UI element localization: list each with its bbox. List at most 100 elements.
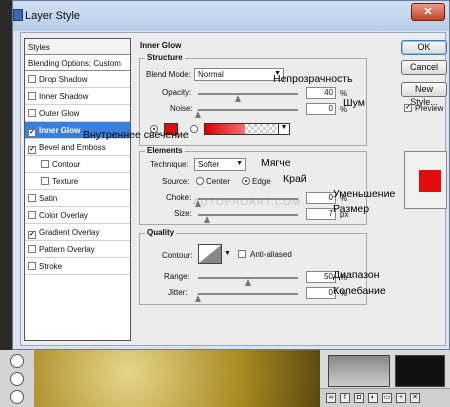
style-item-label: Stroke (39, 262, 63, 271)
style-item-label: Color Overlay (39, 211, 88, 220)
elements-title: Elements (145, 146, 185, 155)
gradient-picker[interactable]: ▼ (204, 123, 290, 135)
dialog-title: Layer Style (25, 10, 81, 22)
blend-mode-select[interactable]: Normal ▼ (194, 68, 284, 81)
cancel-button[interactable]: Cancel (401, 60, 447, 75)
preview-box (404, 151, 447, 209)
style-checkbox[interactable] (28, 245, 36, 253)
mask-icon[interactable]: ◘ (354, 393, 364, 403)
annotation-inner-glow: Внутреннее свечение (83, 129, 189, 141)
style-item-bevel-and-emboss[interactable]: ✓ Bevel and Emboss (25, 139, 130, 156)
style-checkbox[interactable] (28, 92, 36, 100)
hand-tool-icon[interactable] (10, 390, 24, 404)
layer-thumbnail[interactable] (395, 355, 445, 387)
new-layer-icon[interactable]: + (396, 393, 406, 403)
blend-mode-label: Blend Mode: (146, 70, 191, 79)
range-slider[interactable] (198, 277, 298, 279)
jitter-label: Jitter: (168, 288, 188, 297)
jitter-slider-thumb[interactable] (195, 295, 201, 302)
photoshop-app-icon (13, 9, 23, 21)
jitter-input[interactable]: 0 (306, 287, 336, 299)
annotation-technique: Мягче (261, 157, 291, 169)
technique-label: Technique: (150, 160, 189, 169)
style-item-label: Inner Glow (39, 126, 81, 135)
opacity-label: Opacity: (162, 88, 192, 97)
style-item-outer-glow[interactable]: Outer Glow (25, 105, 130, 122)
style-checkbox[interactable] (41, 160, 49, 168)
style-checkbox[interactable]: ✓ (28, 231, 36, 239)
annotation-noise: Шум (343, 97, 365, 109)
style-checkbox[interactable] (28, 262, 36, 270)
annotation-opacity: Непрозрачность (273, 73, 353, 85)
style-checkbox[interactable]: ✓ (28, 146, 36, 154)
style-checkbox[interactable]: ✓ (28, 129, 36, 137)
link-icon[interactable]: ∞ (326, 393, 336, 403)
layer-thumbnail[interactable] (328, 355, 390, 387)
style-checkbox[interactable] (41, 177, 49, 185)
style-item-drop-shadow[interactable]: Drop Shadow (25, 71, 130, 88)
style-item-label: Outer Glow (39, 109, 80, 118)
blending-options-item[interactable]: Blending Options: Custom (25, 55, 130, 71)
style-item-contour[interactable]: Contour (25, 156, 130, 173)
choke-label: Choke: (166, 193, 192, 202)
source-edge-radio[interactable] (242, 177, 250, 185)
folder-icon[interactable]: ▭ (382, 393, 392, 403)
style-item-color-overlay[interactable]: Color Overlay (25, 207, 130, 224)
chevron-down-icon: ▼ (236, 160, 243, 167)
style-item-satin[interactable]: Satin (25, 190, 130, 207)
annotation-range: Диапазон (333, 269, 380, 281)
lasso-tool-icon[interactable] (10, 354, 24, 368)
opacity-slider-thumb[interactable] (235, 95, 241, 102)
title-bar[interactable]: Layer Style ✕ (13, 1, 449, 31)
style-item-pattern-overlay[interactable]: Pattern Overlay (25, 241, 130, 258)
style-item-gradient-overlay[interactable]: ✓ Gradient Overlay (25, 224, 130, 241)
trash-icon[interactable]: ✕ (410, 393, 420, 403)
noise-label: Noise: (170, 104, 193, 113)
opacity-slider[interactable] (198, 93, 298, 95)
adjustment-icon[interactable]: ◐ (368, 393, 378, 403)
tools-panel (0, 350, 34, 407)
style-item-label: Satin (39, 194, 58, 203)
contour-picker[interactable] (198, 244, 222, 264)
style-checkbox[interactable] (28, 109, 36, 117)
style-item-label: Bevel and Emboss (39, 143, 106, 152)
choke-input[interactable]: 0 (306, 192, 336, 204)
chevron-down-icon[interactable]: ▼ (224, 250, 231, 257)
close-button[interactable]: ✕ (411, 3, 445, 21)
size-slider-thumb[interactable] (204, 216, 210, 223)
range-input[interactable]: 50 (306, 271, 336, 283)
style-item-inner-shadow[interactable]: Inner Shadow (25, 88, 130, 105)
style-item-texture[interactable]: Texture (25, 173, 130, 190)
style-item-label: Gradient Overlay (39, 228, 100, 237)
style-checkbox[interactable] (28, 75, 36, 83)
size-slider[interactable] (198, 214, 298, 216)
anti-aliased-label: Anti-aliased (250, 250, 292, 259)
ok-button[interactable]: OK (401, 40, 447, 55)
range-slider-thumb[interactable] (245, 279, 251, 286)
noise-slider[interactable] (198, 109, 298, 111)
annotation-jitter: Колебание (333, 285, 386, 297)
style-item-stroke[interactable]: Stroke (25, 258, 130, 275)
fx-icon[interactable]: f (340, 393, 350, 403)
zoom-tool-icon[interactable] (10, 372, 24, 386)
style-checkbox[interactable] (28, 211, 36, 219)
style-item-label: Texture (52, 177, 79, 186)
source-center-label: Center (206, 177, 231, 186)
new-style-button[interactable]: New Style... (401, 82, 447, 107)
noise-input[interactable]: 0 (306, 103, 336, 115)
source-edge-label: Edge (252, 177, 271, 186)
size-input[interactable]: 7 (306, 208, 336, 220)
gradient-radio[interactable] (190, 125, 198, 133)
jitter-slider[interactable] (198, 293, 298, 295)
opacity-input[interactable]: 40 (306, 87, 336, 99)
technique-select[interactable]: Softer ▼ (194, 158, 246, 171)
style-checkbox[interactable] (28, 194, 36, 202)
style-item-label: Drop Shadow (39, 75, 88, 84)
range-label: Range: (164, 272, 190, 281)
styles-header[interactable]: Styles (25, 39, 130, 55)
source-center-radio[interactable] (196, 177, 204, 185)
anti-aliased-checkbox[interactable] (238, 250, 246, 258)
preview-checkbox[interactable]: ✓ (404, 104, 412, 112)
chevron-down-icon[interactable]: ▼ (278, 124, 289, 134)
noise-slider-thumb[interactable] (195, 111, 201, 118)
